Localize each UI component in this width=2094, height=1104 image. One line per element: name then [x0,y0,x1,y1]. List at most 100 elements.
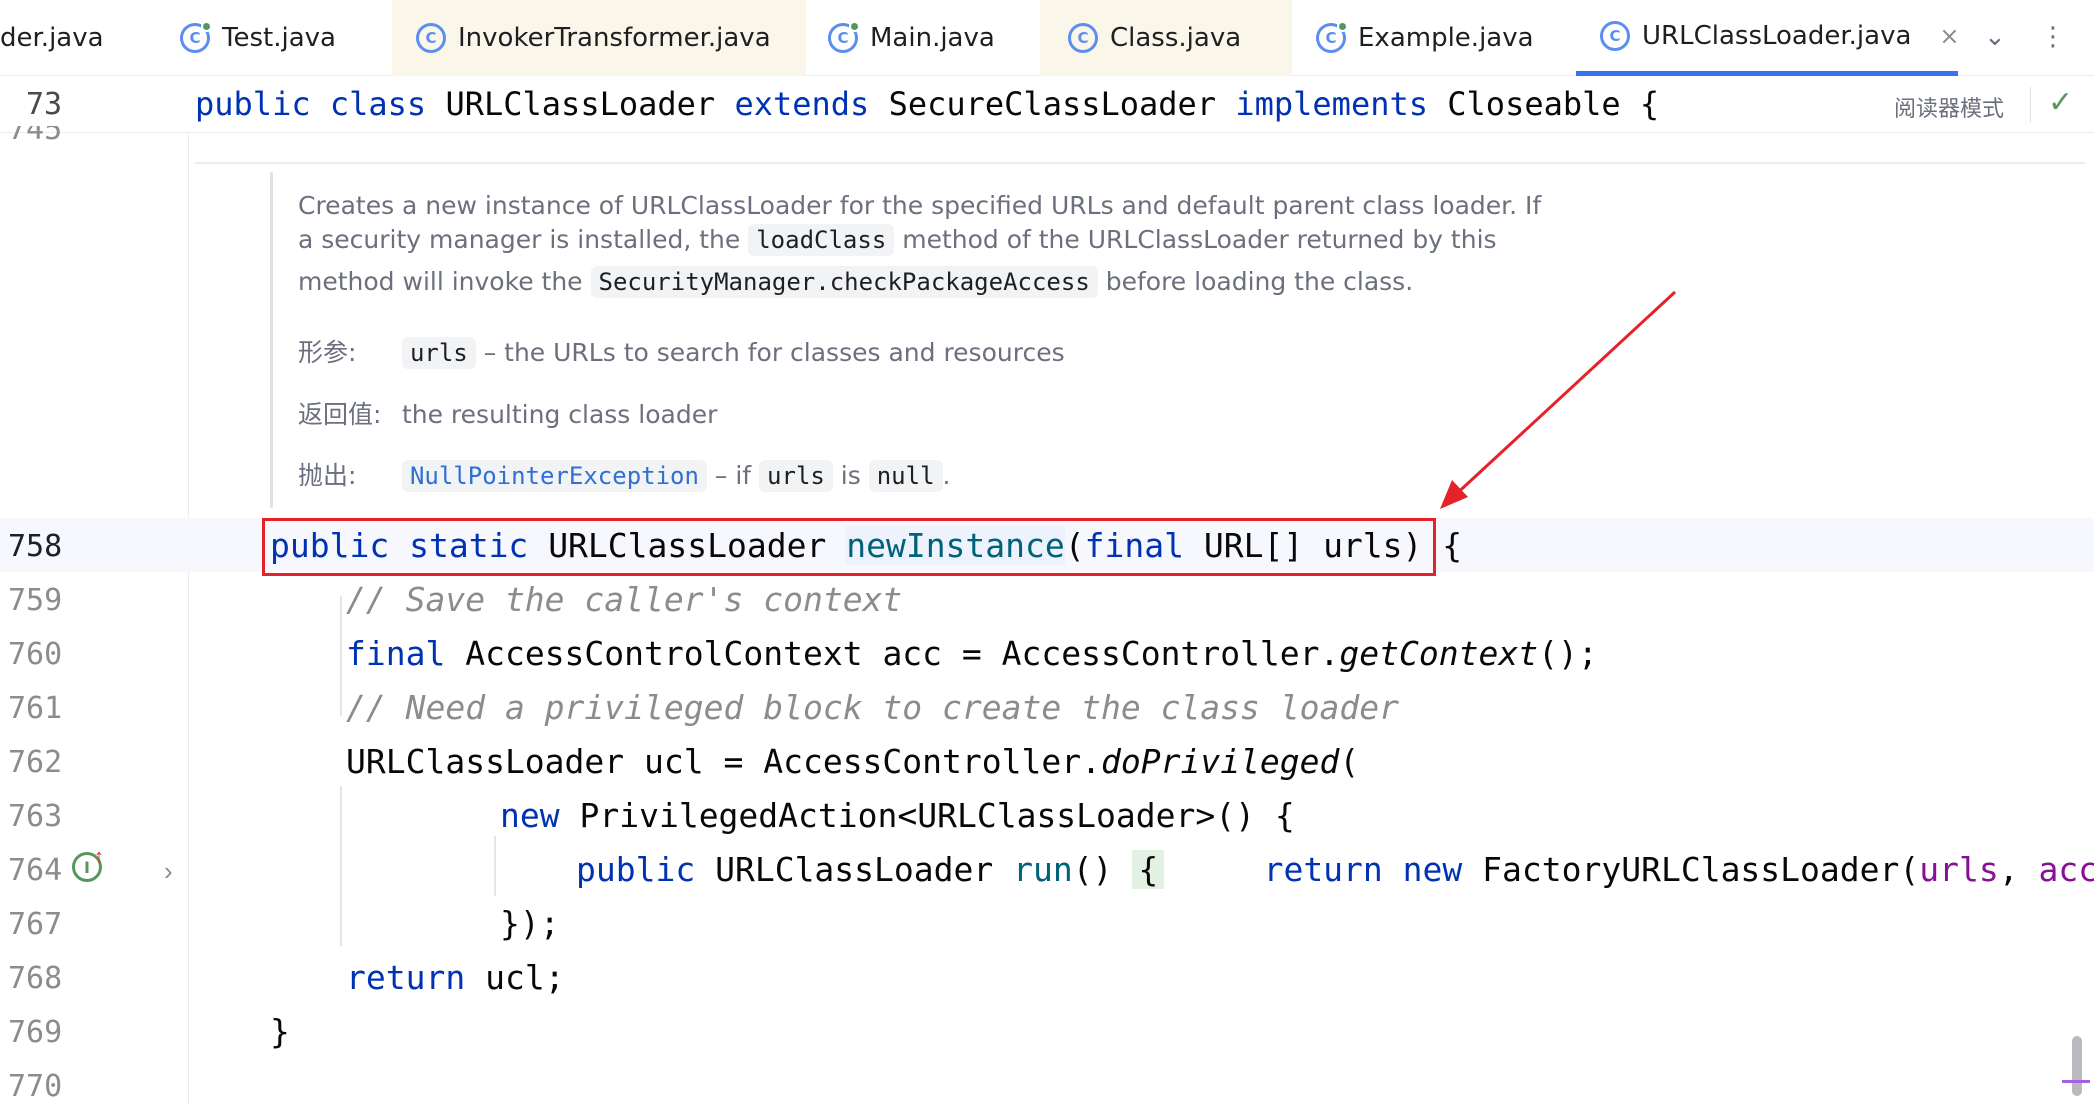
code-line-761[interactable]: // Need a privileged block to create the… [346,688,1399,727]
code-line-763[interactable]: new PrivilegedAction<URLClassLoader>() { [500,796,1295,835]
editor-tab-bar: der.java C Test.java C InvokerTransforme… [0,0,2094,76]
superclass-name: SecureClassLoader [888,85,1217,123]
method-call: getContext [1339,634,1539,673]
method-name: run [1013,850,1073,889]
line-number: 767 [8,907,63,942]
java-class-icon: C [1316,21,1348,53]
throws-label: 抛出: [298,461,357,490]
class-name: URLClassLoader [445,85,716,123]
inline-code: urls [759,460,833,492]
javadoc-throws: 抛出: NullPointerException – if urls is nu… [298,456,950,492]
code-line-767[interactable]: }); [500,904,560,943]
inline-code: urls [401,337,476,369]
keyword: return [1263,850,1383,889]
code-text: ( [1339,742,1360,781]
tab-main-java[interactable]: C Main.java [828,0,1028,76]
doc-text: is [840,461,861,490]
keyword: class [329,85,427,123]
check-icon[interactable]: ✓ [2048,85,2073,120]
code-line-760[interactable]: final AccessControlContext acc = AccessC… [346,634,1598,673]
constructor-call: FactoryURLClassLoader( [1482,850,1920,889]
tab-label: Test.java [222,23,336,53]
code-line-764[interactable]: public URLClassLoader run() { return new… [576,850,2094,889]
code-line-762[interactable]: URLClassLoader ucl = AccessController.do… [346,742,1359,781]
interface-name: Closeable [1447,85,1621,123]
doc-separator [195,162,2085,164]
doc-text: before loading the class. [1105,267,1414,296]
exception-link[interactable]: NullPointerException [401,460,707,492]
tab-urlclassloader-java[interactable]: C URLClassLoader.java × [1576,0,1960,76]
doc-left-border [270,172,273,508]
indent-guide [494,836,496,896]
code-line-768[interactable]: return ucl; [346,958,565,997]
method-call: doPrivileged [1100,742,1340,781]
doc-text: the resulting class loader [401,400,718,429]
variable: urls [1919,850,1999,889]
keyword: extends [734,85,870,123]
keyword: final [346,634,446,673]
paren: () [1072,850,1113,889]
code-text: AccessControlContext acc = AccessControl… [465,634,1340,673]
inline-code: null [868,460,943,492]
java-class-icon: C [416,23,446,53]
javadoc-params: 形参: urls – the URLs to search for classe… [298,333,1065,369]
keyword: return [346,958,466,997]
javadoc-description-line: Creates a new instance of URLClassLoader… [298,191,1541,220]
line-number: 758 [8,529,63,564]
tab-label: Main.java [870,23,995,53]
line-number: 764 [8,853,63,888]
doc-text: . [942,461,951,490]
line-number: 763 [8,799,63,834]
doc-text: method of the URLClassLoader returned by… [902,225,1497,254]
line-number: 768 [8,961,63,996]
java-class-icon: C [828,21,860,53]
doc-text: – if [714,461,752,490]
arrow-up-icon: ↑ [94,846,104,868]
indent-guide [340,596,342,716]
annotation-highlight-box [262,518,1436,576]
vertical-scrollbar[interactable] [2072,1036,2082,1096]
inline-code: SecurityManager.checkPackageAccess [590,266,1098,298]
keyword: implements [1235,85,1428,123]
comma: , [1998,850,2039,889]
tab-label: Example.java [1358,23,1534,53]
more-options-icon[interactable]: ⋮ [2040,22,2066,52]
line-number: 769 [8,1015,63,1050]
tab-label: InvokerTransformer.java [458,23,771,53]
java-class-icon: C [180,21,212,53]
code-line-769[interactable]: } [270,1012,290,1051]
chevron-down-icon[interactable]: ⌄ [1984,22,2006,52]
javadoc-description-line: a security manager is installed, the loa… [298,224,1497,256]
keyword: new [500,796,560,835]
keyword: public [576,850,696,889]
line-number: 759 [8,583,63,618]
line-number: 762 [8,745,63,780]
doc-text: – the URLs to search for classes and res… [483,338,1065,367]
java-class-icon: C [1068,23,1098,53]
sticky-class-header: 73 public class URLClassLoader extends S… [0,77,2094,133]
params-label: 形参: [298,338,357,367]
tab-class-java[interactable]: C Class.java [1040,0,1292,76]
doc-text: Creates a new instance of URLClassLoader… [298,191,1542,220]
tab-example-java[interactable]: C Example.java [1316,0,1566,76]
chevron-right-icon[interactable]: › [164,856,173,887]
tab-invokertransformer-java[interactable]: C InvokerTransformer.java [392,0,806,76]
line-number-text: 745 [8,126,63,144]
tab-classloader[interactable]: der.java [0,0,150,76]
folded-brace[interactable]: { [1132,850,1165,889]
close-icon[interactable]: × [1939,22,1959,50]
tab-test-java[interactable]: C Test.java [180,0,380,76]
line-number: 761 [8,691,63,726]
line-number: 770 [8,1069,63,1104]
javadoc-description-line: method will invoke the SecurityManager.c… [298,266,1414,298]
divider [2030,87,2031,123]
return-type: URLClassLoader [715,850,994,889]
returns-label: 返回值: [298,400,382,429]
class-declaration-line[interactable]: public class URLClassLoader extends Secu… [195,85,1659,123]
scrollbar-marker [2062,1080,2090,1083]
code-text: ucl; [485,958,565,997]
code-line-759[interactable]: // Save the caller's context [346,580,902,619]
brace: { [1639,85,1660,123]
reader-mode-button[interactable]: 阅读器模式 [1894,91,2004,123]
code-text: URLClassLoader ucl = AccessController. [346,742,1101,781]
